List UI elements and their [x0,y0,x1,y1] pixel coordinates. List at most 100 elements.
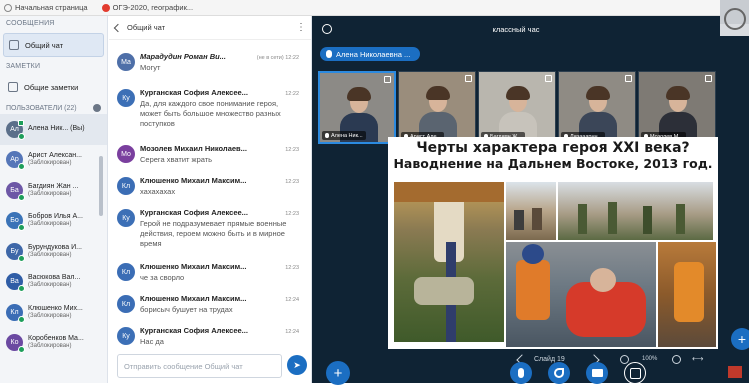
avatar: Бу [6,242,25,262]
moderator-icon [18,119,24,126]
avatar: Ку [117,89,135,107]
bookmark-oge[interactable]: ОГЭ-2020, географик... [101,3,193,12]
user-name: Васюкова Вал... [28,274,81,282]
user-list-item[interactable]: Бо Бобров Илья А... (Заблокирован) [0,206,107,237]
message-text: Да, для каждого свое понимание героя, мо… [140,99,281,129]
user-info: Арист Алексан... (Заблокирован) [28,152,82,167]
slide-title-line2: Наводнение на Дальнем Востоке, 2013 год. [393,156,713,171]
camera-icon [591,369,603,377]
camera-button[interactable] [586,362,608,384]
user-name: Коробенков Ма... [28,335,84,343]
avatar: Ма [117,53,135,71]
users-section-title: ПОЛЬЗОВАТЕЛИ (22) [6,104,77,112]
message-header: Курганская София Алексее... 12:22 [140,88,299,97]
chat-message: Кл Клюшенко Михаил Максим... 12:23 че за св… [109,262,305,283]
audio-button[interactable] [548,362,570,384]
avatar-initials: Ко [10,339,19,347]
message-body: Клюшенко Михаил Максим... 12:23 че за свор… [140,262,305,283]
chat-title: Общий чат [127,23,166,32]
user-list-scrollbar[interactable] [99,156,103,216]
user-list-item[interactable]: Ба Багдиян Жан ... (Заблокирован) [0,175,107,206]
zoom-out-icon[interactable] [620,355,629,364]
fit-width-icon[interactable]: ⟷ [692,354,703,363]
user-list-item[interactable]: Ва Васюкова Вал... (Заблокирован) [0,267,107,298]
chat-input[interactable]: Отправить сообщение Общий чат [117,354,282,378]
fullscreen-icon[interactable] [705,75,712,82]
public-chat-nav[interactable]: Общий чат [3,33,104,57]
chat-panel: Общий чат ⋮ Ма Марадудин Роман Ви... (не в… [109,16,413,383]
chat-header: Общий чат ⋮ [109,16,311,40]
presenter-badge[interactable]: Алена Николаевна ... [320,47,421,61]
fullscreen-icon[interactable] [625,75,632,82]
more-options-icon[interactable]: ⋮ [296,22,306,33]
right-plus-button[interactable]: + [731,328,749,350]
video-tile[interactable]: Алена Ник... [318,71,396,144]
video-tile[interactable]: Арист Але... [398,71,476,144]
users-header: ПОЛЬЗОВАТЕЛИ (22) [0,100,107,114]
gear-icon[interactable] [93,104,101,112]
user-list-item[interactable]: Кл Клюшенко Мих... (Заблокирован) [0,297,107,328]
user-status: (Заблокирован) [28,221,72,228]
avatar-initials: Ва [10,278,19,286]
mute-button[interactable] [510,362,532,384]
user-status: (Заблокирован) [28,160,72,167]
chat-icon [9,40,19,50]
message-author: Курганская София Алексее... [140,208,248,217]
chat-message: Ку Курганская София Алексее... 12:23 Герой … [109,208,305,249]
message-header: Клюшенко Михаил Максим... 12:23 [140,176,299,185]
avatar: Кл [117,263,135,281]
user-info: Бурундукова И... (Заблокирован) [28,244,82,259]
message-time: 12:22 [285,91,299,97]
user-list-item[interactable]: Ко Коробенков Ма... (Заблокирован) [0,328,107,359]
avatar-initials: Ар [10,156,19,164]
avatar-initials: Ба [10,186,19,194]
video-tile[interactable]: Багдиян Ж... [478,71,556,144]
user-list-item[interactable]: Ар Арист Алексан... (Заблокирован) [0,145,107,176]
message-header: Курганская София Алексее... 12:23 [140,208,299,217]
avatar: Ку [117,209,135,227]
fullscreen-icon[interactable] [384,76,391,83]
avatar: Ко [6,334,25,354]
video-person-hair [666,86,690,100]
user-status: (Заблокирован) [28,343,72,350]
avatar-initials: Ал [10,125,19,133]
message-header: Мозолев Михаил Николаев... 12:23 [140,144,299,153]
chat-message: Кл Клюшенко Михаил Максим... 12:24 борисыч … [109,294,305,315]
user-info: Клюшенко Мих... (Заблокирован) [28,305,83,320]
actions-button[interactable]: + [326,361,350,385]
avatar: Кл [117,295,135,313]
video-tile[interactable]: Мозолев М... [638,71,716,144]
online-status-icon [18,132,25,140]
avatar: Кл [117,177,135,195]
message-body: Курганская София Алексее... 12:23 Герой не… [140,208,305,249]
avatar: Ба [6,181,25,201]
record-icon[interactable] [728,366,742,378]
avatar-initials: Кл [10,308,19,316]
circle-icon[interactable] [724,8,746,30]
plus-icon: + [737,331,747,347]
user-list-item[interactable]: Бу Бурундукова И... (Заблокирован) [0,236,107,267]
message-body: Клюшенко Михаил Максим... 12:24 борисыч бу… [140,294,305,315]
user-status: (Заблокирован) [28,251,72,258]
online-status-icon [18,163,25,171]
user-info: Багдиян Жан ... (Заблокирован) [28,183,78,198]
video-tile[interactable]: Лизааарнн... [558,71,636,144]
zoom-in-icon[interactable] [672,355,681,364]
fullscreen-icon[interactable] [465,75,472,82]
user-icon[interactable] [322,24,332,34]
fullscreen-icon[interactable] [545,75,552,82]
screen-share-button[interactable] [624,362,646,384]
message-body: Курганская София Алексее... 12:24 Нас да [140,326,305,347]
user-name: Багдиян Жан ... [28,182,79,190]
avatar-initials: Ку [122,214,130,222]
chat-back[interactable]: Общий чат [113,23,166,32]
shared-notes-nav[interactable]: Общие заметки [3,76,104,98]
avatar: Бо [6,212,25,232]
slide-photo-boat-rescue [506,242,656,347]
user-list-item[interactable]: Ал Алена Ник... (Вы) [0,114,107,145]
bookmark-home[interactable]: Начальная страница [4,3,88,12]
send-button[interactable]: ➤ [287,355,307,375]
user-name: Бурундукова И... [28,243,83,251]
chat-message: Ку Курганская София Алексее... 12:24 Нас да [109,326,305,347]
avatar-initials: Мо [121,150,131,158]
